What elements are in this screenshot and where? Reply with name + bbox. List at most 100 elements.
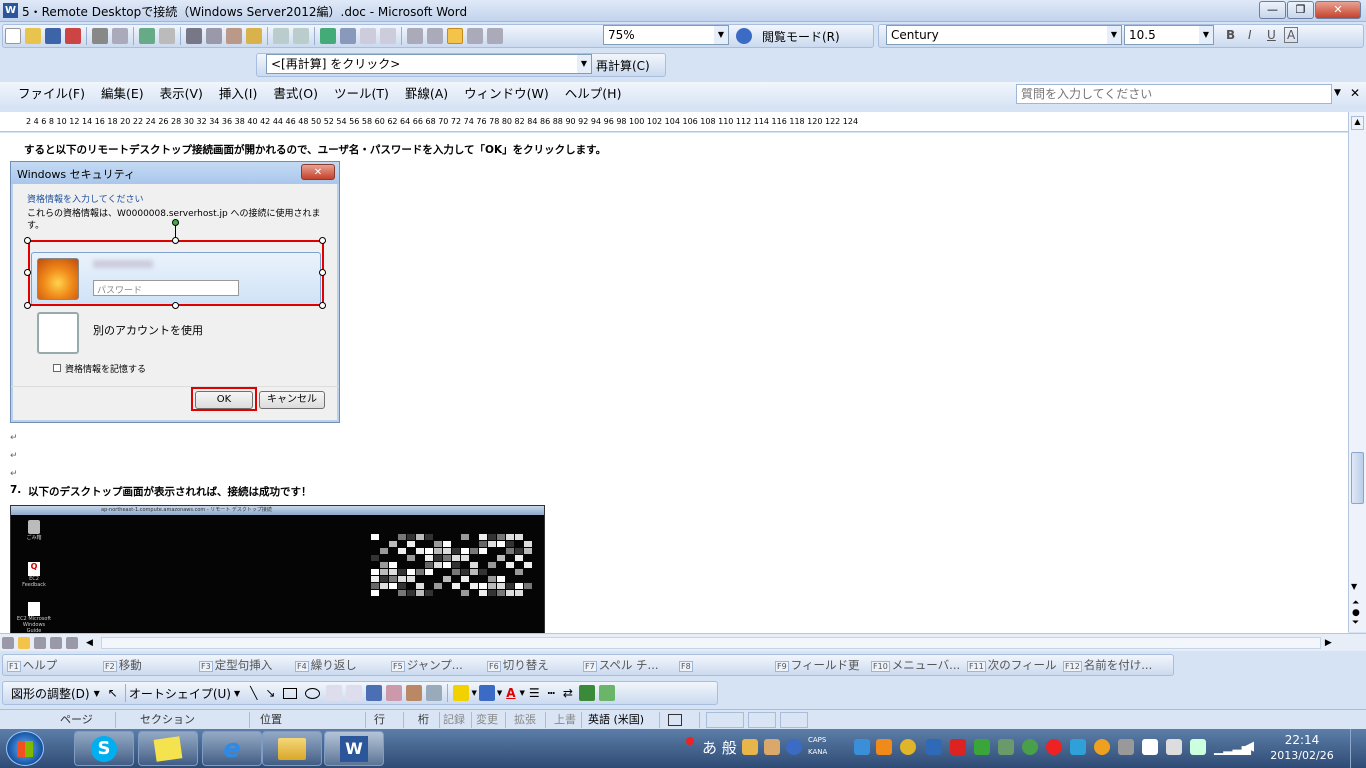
ime-mode[interactable]: あ 般 xyxy=(702,737,737,758)
chevron-down-icon[interactable]: ▼ xyxy=(1334,88,1341,98)
word-icon[interactable]: W xyxy=(3,3,18,18)
menu-format[interactable]: 書式(O) xyxy=(265,83,326,105)
format-painter-icon[interactable] xyxy=(246,28,262,44)
minimize-button[interactable]: — xyxy=(1259,1,1286,19)
research-icon[interactable] xyxy=(159,28,175,44)
status-ext[interactable]: 拡張 xyxy=(506,712,546,728)
taskbar-stickynotes[interactable] xyxy=(138,731,198,766)
menu-view[interactable]: 表示(V) xyxy=(152,83,211,105)
ime-tool-icon[interactable] xyxy=(742,739,758,755)
copy-icon[interactable] xyxy=(206,28,222,44)
scroll-down-icon[interactable]: ▼ xyxy=(1351,582,1357,591)
spelling-status-icon[interactable] xyxy=(660,712,700,728)
menu-help[interactable]: ヘルプ(H) xyxy=(557,83,630,105)
zoom-select[interactable]: 75% ▼ xyxy=(603,25,729,45)
underline-button[interactable]: U xyxy=(1267,28,1276,42)
fkey-f10[interactable]: F10 メニューバ... xyxy=(867,657,963,673)
select-browse-icon[interactable]: ● xyxy=(1352,608,1360,618)
spelling-icon[interactable] xyxy=(139,28,155,44)
status-position[interactable]: 位置 xyxy=(254,712,366,728)
font-size-select[interactable]: 10.5 ▼ xyxy=(1124,25,1214,45)
antivirus-tray-icon[interactable] xyxy=(1046,739,1062,755)
web-view-icon[interactable] xyxy=(18,636,30,649)
start-button[interactable] xyxy=(6,731,44,766)
tray-app-icon[interactable] xyxy=(998,739,1014,755)
resize-handle[interactable] xyxy=(319,269,326,276)
fkey-f4[interactable]: F4 繰り返し xyxy=(291,657,387,673)
menu-edit[interactable]: 編集(E) xyxy=(93,83,152,105)
status-page[interactable]: ページ xyxy=(8,712,116,728)
fkey-f6[interactable]: F6 切り替え xyxy=(483,657,579,673)
resize-handle[interactable] xyxy=(172,237,179,244)
prev-page-icon[interactable]: ⏶ xyxy=(1352,598,1359,608)
ime-pad-icon[interactable] xyxy=(764,739,780,755)
fkey-f5[interactable]: F5 ジャンプ... xyxy=(387,657,483,673)
clipart-icon[interactable] xyxy=(406,685,423,701)
vertical-scrollbar[interactable]: ▲ ▼ ⏶ ● ⏷ xyxy=(1348,112,1366,632)
fkey-f7[interactable]: F7 スペル チ... xyxy=(579,657,675,673)
safely-remove-icon[interactable] xyxy=(1190,739,1206,755)
resize-handle[interactable] xyxy=(319,237,326,244)
thumbnail-icon[interactable] xyxy=(467,28,483,44)
taskbar-ie[interactable]: e xyxy=(202,731,262,766)
resize-handle[interactable] xyxy=(24,302,31,309)
scroll-up-icon[interactable]: ▲ xyxy=(1351,116,1364,130)
3d-icon[interactable] xyxy=(598,685,615,701)
new-icon[interactable] xyxy=(5,28,21,44)
font-select[interactable]: Century ▼ xyxy=(886,25,1122,45)
adjust-menu[interactable]: 図形の調整(D) xyxy=(11,685,90,702)
fkey-f1[interactable]: F1 ヘルプ xyxy=(3,657,99,673)
action-center-icon[interactable] xyxy=(1142,739,1158,755)
horizontal-ruler[interactable]: 2 4 6 8 10 12 14 16 18 20 22 24 26 28 30… xyxy=(0,112,1348,132)
italic-button[interactable]: I xyxy=(1248,28,1252,42)
resize-handle[interactable] xyxy=(24,269,31,276)
status-trk[interactable]: 変更 xyxy=(472,712,506,728)
remote-desktop-image[interactable]: ap-northeast-1.compute.amazonaws.com - リ… xyxy=(10,505,545,633)
help-icon[interactable] xyxy=(736,28,752,44)
help-search-input[interactable] xyxy=(1016,84,1332,104)
line-color-icon[interactable] xyxy=(478,685,495,701)
close-doc-icon[interactable]: ✕ xyxy=(1350,86,1360,100)
shadow-icon[interactable] xyxy=(578,685,595,701)
fill-color-icon[interactable] xyxy=(453,685,470,701)
next-page-icon[interactable]: ⏷ xyxy=(1352,618,1359,628)
undo-icon[interactable] xyxy=(273,28,289,44)
acrobat-tray-icon[interactable] xyxy=(950,739,966,755)
taskbar-word[interactable]: W xyxy=(324,731,384,766)
line-icon[interactable]: ╲ xyxy=(250,686,257,700)
recalc-button[interactable]: 再計算(C) xyxy=(596,57,650,74)
status-ovr[interactable]: 上書 xyxy=(546,712,582,728)
select-objects-icon[interactable]: ↖ xyxy=(108,686,118,700)
status-column[interactable]: 桁 xyxy=(404,712,440,728)
bold-button[interactable]: B xyxy=(1226,28,1235,42)
print-preview-icon[interactable] xyxy=(112,28,128,44)
char-border-button[interactable]: A xyxy=(1284,27,1299,43)
reading-view-icon[interactable] xyxy=(66,636,78,649)
tray-app-icon[interactable] xyxy=(1022,739,1038,755)
menu-table[interactable]: 罫線(A) xyxy=(397,83,456,105)
credential-highlight-box[interactable] xyxy=(28,240,324,306)
arrow-style-icon[interactable]: ⇄ xyxy=(563,686,573,700)
fkey-f9[interactable]: F9 フィールド更 xyxy=(771,657,867,673)
save-icon[interactable] xyxy=(45,28,61,44)
status-language[interactable]: 英語 (米国) xyxy=(582,712,660,728)
diagram-icon[interactable] xyxy=(386,685,403,701)
ime-status-icon[interactable] xyxy=(686,737,694,745)
scroll-left-icon[interactable]: ◀ xyxy=(86,638,93,648)
hscroll-track[interactable] xyxy=(100,636,1321,649)
picture-icon[interactable] xyxy=(426,685,443,701)
textbox-icon[interactable] xyxy=(326,685,343,701)
wordart-icon[interactable] xyxy=(366,685,383,701)
autoshape-menu[interactable]: オートシェイプ(U) xyxy=(129,685,231,702)
permission-icon[interactable] xyxy=(65,28,81,44)
field-select[interactable]: <[再計算] をクリック> ▼ xyxy=(266,54,592,74)
resize-handle[interactable] xyxy=(319,302,326,309)
clock-time[interactable]: 22:14 xyxy=(1272,733,1332,747)
insert-excel-icon[interactable] xyxy=(380,28,396,44)
columns-icon[interactable] xyxy=(407,28,423,44)
status-line[interactable]: 行 xyxy=(366,712,404,728)
restore-button[interactable]: ❐ xyxy=(1287,1,1314,19)
tray-app-icon[interactable] xyxy=(1070,739,1086,755)
tray-app-icon[interactable] xyxy=(974,739,990,755)
fkey-f11[interactable]: F11 次のフィール xyxy=(963,657,1059,673)
